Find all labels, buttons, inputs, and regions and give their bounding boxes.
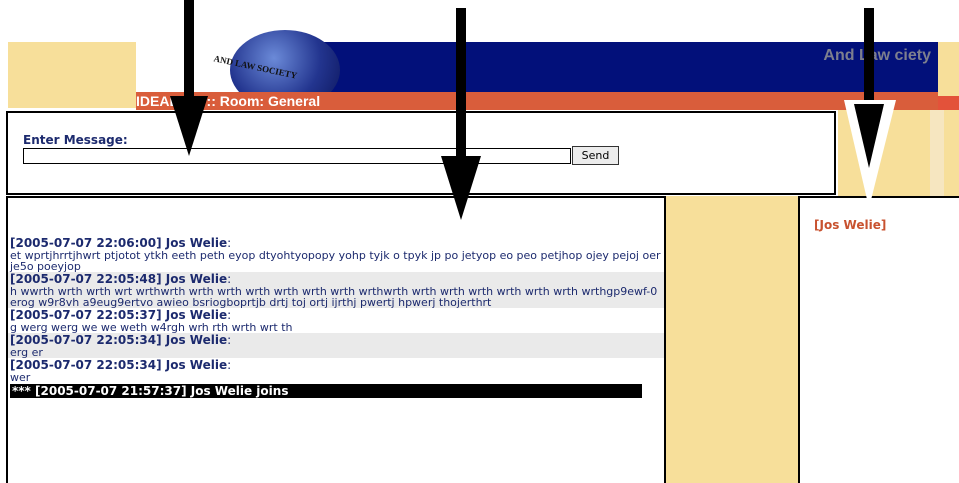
message-item: [2005-07-07 22:05:34] Jos Welie: erg er [8,333,664,358]
message-item: [2005-07-07 22:05:48] Jos Welie: h wwrth… [8,272,664,308]
chat-log: [2005-07-07 22:06:00] Jos Welie: et wprt… [6,196,666,483]
right-side-strip [930,110,944,200]
user-list-item[interactable]: [Jos Welie] [814,218,886,232]
message-body: et wprtjhrrtjhwrt ptjotot ytkh eeth peth… [10,249,661,273]
message-body: g werg werg we we weth w4rgh wrh rth wrt… [10,321,293,334]
room-title-bar: IDEAL hat :: Room: General [136,92,938,110]
compose-panel: Enter Message: Send [6,111,836,195]
banner-right-panel [938,42,959,96]
room-title: IDEAL hat :: Room: General [136,93,321,109]
message-item: [2005-07-07 22:05:37] Jos Welie: g werg … [8,308,664,334]
message-list: [2005-07-07 22:06:00] Jos Welie: et wprt… [8,236,664,398]
down-arrow-icon [170,0,208,156]
user-list: [Jos Welie] [798,196,959,483]
enter-message-label: Enter Message: [23,133,128,147]
down-arrow-icon [441,8,481,220]
message-body: erg er [10,346,43,359]
message-header: [2005-07-07 22:05:34] Jos Welie: [10,333,232,347]
page: AND LAW SOCIETY And Law ciety IDEAL hat … [0,0,959,483]
banner-left-panel [8,42,136,108]
send-button[interactable]: Send [572,146,619,165]
message-item: [2005-07-07 22:06:00] Jos Welie: et wprt… [8,236,664,273]
message-input[interactable] [23,148,571,164]
message-header: [2005-07-07 22:05:34] Jos Welie: [10,358,232,372]
message-body: wer [10,371,31,384]
banner-right-accent [938,96,959,110]
message-body: h wwrth wrth wrth wrt wrthwrth wrth wrth… [10,285,658,309]
message-item: [2005-07-07 22:05:34] Jos Welie: wer [8,358,664,384]
down-arrow-icon [844,8,896,208]
chat-divider [666,196,798,483]
join-notice: *** [2005-07-07 21:57:37] Jos Welie join… [10,384,642,398]
